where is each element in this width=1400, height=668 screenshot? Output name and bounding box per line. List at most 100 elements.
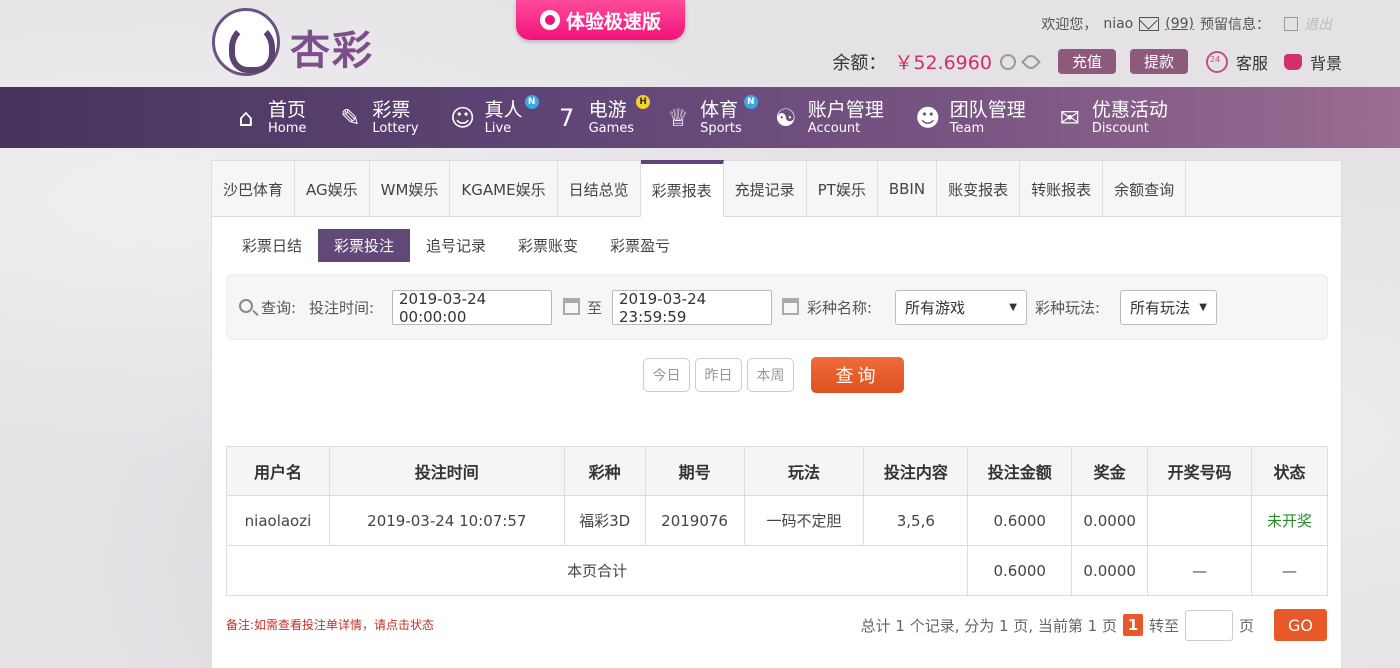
- calendar-icon[interactable]: [782, 298, 799, 315]
- tab-11[interactable]: 余额查询: [1103, 161, 1187, 217]
- pager: 总计 1 个记录, 分为 1 页, 当前第 1 页 1 转至 页 GO: [861, 609, 1327, 641]
- nav-text: 体育 Sports: [700, 98, 742, 135]
- balance-label: 余额：: [832, 52, 887, 74]
- report-tabs: 沙巴体育 AG娱乐 WM娱乐 KGAME娱乐 日结总览 彩票报表 充提记录 PT娱乐 BBIN 账…: [212, 160, 1341, 217]
- game-name-select[interactable]: 所有游戏 ▼: [895, 290, 1027, 325]
- tab-3[interactable]: KGAME娱乐: [450, 161, 558, 217]
- total-label: 本页合计: [225, 545, 969, 596]
- shirt-icon[interactable]: [1283, 53, 1302, 70]
- table-cell: 0.6000: [967, 495, 1073, 546]
- tab-7[interactable]: PT娱乐: [807, 161, 878, 217]
- subtab-0[interactable]: 彩票日结: [226, 229, 318, 262]
- customer-service-link[interactable]: 客服: [1236, 50, 1268, 74]
- nav-label-cn: 账户管理: [807, 98, 884, 121]
- search-button[interactable]: 查询: [811, 357, 904, 393]
- table-cell: 2019-03-24 10:07:57: [328, 495, 565, 546]
- customer-service-icon[interactable]: [1205, 50, 1228, 73]
- mail-icon[interactable]: [1139, 17, 1160, 31]
- nav-text: 账户管理 Account: [807, 98, 884, 135]
- live-dealer-icon: ☺: [450, 103, 476, 132]
- play-type-select[interactable]: 所有玩法 ▼: [1120, 290, 1217, 325]
- table-row: niaolaozi 2019-03-24 10:07:57 福彩3D 2019076 一…: [226, 495, 1328, 546]
- tab-9[interactable]: 账变报表: [937, 161, 1021, 217]
- nav-text: 首页 Home: [268, 100, 307, 136]
- nav-item-sports[interactable]: ♕ 体育 Sports N: [664, 87, 758, 148]
- subtab-1[interactable]: 彩票投注: [318, 229, 411, 262]
- tab-6[interactable]: 充提记录: [724, 161, 807, 217]
- header: 杏彩 体验极速版 欢迎您， niao (99) 预留信息： 退出 余额： ￥52…: [0, 0, 1400, 87]
- nav-item-live[interactable]: ☺ 真人 Live N: [449, 87, 539, 148]
- play-type-value: 所有玩法: [1130, 299, 1191, 317]
- nav-item-discount[interactable]: ✉ 优惠活动 Discount: [1056, 87, 1168, 148]
- preview-info-label: 预留信息：: [1200, 17, 1270, 33]
- calendar-icon[interactable]: [563, 298, 580, 315]
- column-header: 开奖号码: [1147, 446, 1253, 496]
- nav-label-cn: 电游: [588, 98, 627, 121]
- nav-item-home[interactable]: ⌂ 首页 Home: [232, 87, 306, 148]
- column-header: 玩法: [743, 446, 865, 496]
- status-link[interactable]: 未开奖: [1251, 495, 1328, 546]
- nav-text: 彩票 Lottery: [372, 100, 418, 135]
- logo[interactable]: 杏彩: [212, 8, 482, 80]
- nav-text: 团队管理 Team: [949, 98, 1026, 136]
- table-cell: 福彩3D: [563, 495, 646, 546]
- refresh-icon[interactable]: [999, 53, 1016, 70]
- balance-value: ￥52.6960: [894, 52, 992, 74]
- column-header: 投注时间: [328, 446, 565, 496]
- tab-1[interactable]: AG娱乐: [295, 161, 370, 217]
- tab-10[interactable]: 转账报表: [1020, 161, 1104, 217]
- slot-seven-icon: 7: [558, 103, 575, 132]
- tab-2[interactable]: WM娱乐: [370, 161, 451, 217]
- recharge-button[interactable]: 充值: [1057, 49, 1116, 74]
- nav-item-lottery[interactable]: ✎ 彩票 Lottery: [336, 87, 418, 148]
- nav-label-cn: 团队管理: [949, 98, 1026, 121]
- table-cell: 3,5,6: [863, 495, 969, 546]
- column-header: 彩种: [563, 446, 646, 496]
- nav-label-cn: 体育: [700, 98, 739, 121]
- nav-label-en: Home: [268, 120, 307, 136]
- today-button[interactable]: 今日: [643, 358, 690, 392]
- subtab-3[interactable]: 彩票账变: [502, 229, 594, 262]
- this-week-button[interactable]: 本周: [747, 358, 794, 392]
- nav-badge: H: [636, 95, 651, 109]
- tab-0[interactable]: 沙巴体育: [212, 161, 296, 217]
- yesterday-button[interactable]: 昨日: [695, 358, 742, 392]
- logout-link[interactable]: 退出: [1304, 14, 1332, 34]
- quick-range-buttons: 今日 昨日 本周 查询: [643, 357, 904, 393]
- tab-4[interactable]: 日结总览: [558, 161, 641, 217]
- query-label: 查询:: [261, 299, 297, 317]
- current-page-button[interactable]: 1: [1122, 614, 1143, 636]
- subtab-4[interactable]: 彩票盈亏: [594, 229, 686, 262]
- column-header: 投注金额: [967, 446, 1073, 496]
- nav-items: ⌂ 首页 Home ✎ 彩票 Lottery ☺ 真人 Live N 7 电游 Games H ♕ 体育 Spo…: [232, 87, 1198, 148]
- goto-page-input[interactable]: [1184, 609, 1233, 641]
- page-label: 页: [1238, 616, 1254, 635]
- start-time-input[interactable]: 2019-03-24 00:00:00: [392, 290, 552, 326]
- nav-item-games[interactable]: 7 电游 Games H: [553, 87, 651, 148]
- edit-icon[interactable]: [1284, 17, 1298, 31]
- nav-item-team[interactable]: ☻ 团队管理 Team: [914, 87, 1026, 148]
- promo-speed-version-button[interactable]: 体验极速版: [516, 0, 685, 40]
- withdraw-button[interactable]: 提款: [1129, 49, 1188, 74]
- go-button[interactable]: GO: [1274, 609, 1327, 641]
- trophy-icon: ♕: [667, 103, 689, 132]
- subtab-2[interactable]: 追号记录: [410, 229, 502, 262]
- tab-8[interactable]: BBIN: [878, 161, 938, 217]
- chevron-down-icon: ▼: [1199, 302, 1207, 313]
- nav-label-en: Games: [588, 120, 635, 136]
- mail-count-link[interactable]: (99): [1165, 16, 1194, 32]
- nav-label-en: Team: [949, 120, 985, 136]
- column-header: 用户名: [226, 446, 330, 496]
- nav-item-account[interactable]: ☯ 账户管理 Account: [772, 87, 884, 148]
- nav-label-cn: 优惠活动: [1091, 98, 1168, 121]
- end-time-input[interactable]: 2019-03-24 23:59:59: [612, 290, 772, 326]
- table-cell: [1147, 495, 1253, 546]
- promo-label: 体验极速版: [565, 10, 661, 33]
- background-link[interactable]: 背景: [1310, 50, 1342, 74]
- search-icon: [239, 299, 253, 313]
- welcome-text: 欢迎您，: [1041, 17, 1098, 33]
- table-cell: 一码不定胆: [743, 495, 865, 546]
- tab-5[interactable]: 彩票报表: [640, 160, 724, 217]
- goto-label: 转至: [1148, 616, 1179, 635]
- hide-balance-icon[interactable]: [1021, 51, 1041, 72]
